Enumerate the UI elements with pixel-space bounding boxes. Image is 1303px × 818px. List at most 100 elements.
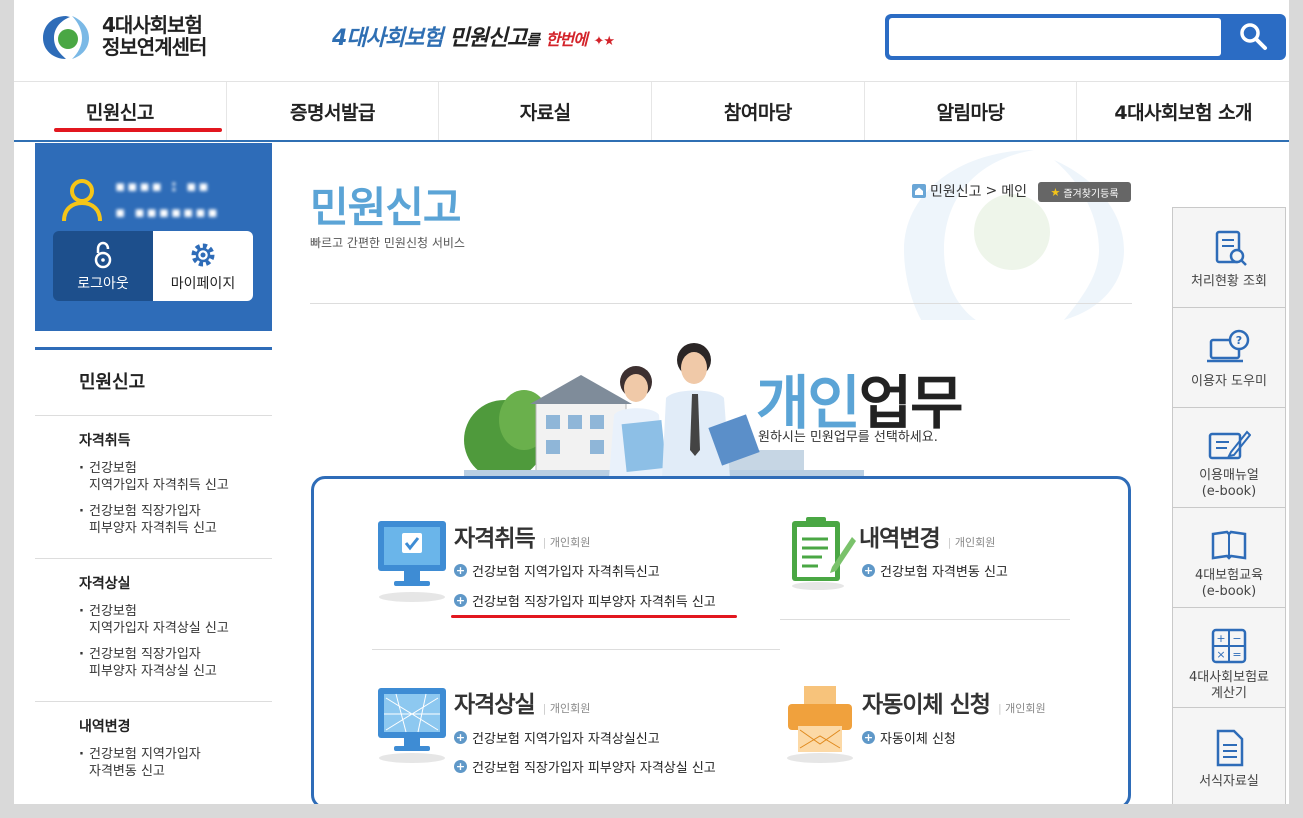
slogan-part3: 를 <box>526 31 540 49</box>
quick-item-label: 4대보험교육 (e-book) <box>1194 568 1264 599</box>
svg-text:−: − <box>1232 632 1241 645</box>
lnb-group-loss: 자격상실 건강보험 지역가입자 자격상실 신고 건강보험 직장가입자 피부양자 … <box>35 559 272 702</box>
nav-item-certificate[interactable]: 증명서발급 <box>227 82 440 140</box>
quick-item-calculator[interactable]: + − × = 4대사회보험료 계산기 <box>1172 607 1286 708</box>
task-title-text: 자격상실 <box>454 692 536 718</box>
quick-item-forms[interactable]: 서식자료실 <box>1172 707 1286 804</box>
lnb-group-title[interactable]: 자격상실 <box>79 573 272 593</box>
document-search-icon <box>1215 230 1247 266</box>
quick-item-help[interactable]: ? 이용자 도우미 <box>1172 307 1286 408</box>
header: 4대사회보험 정보연계센터 4대사회보험 민원신고를 한번에 ✦★ <box>14 0 1289 82</box>
quick-item-status[interactable]: 처리현황 조회 <box>1172 207 1286 308</box>
nav-item-notice[interactable]: 알림마당 <box>865 82 1078 140</box>
monitor-network-icon[interactable] <box>376 684 448 764</box>
page-subtitle: 빠르고 간편한 민원신청 서비스 <box>310 236 465 250</box>
task-separator <box>372 649 780 650</box>
task-title-loss[interactable]: 자격상실 개인회원 <box>454 685 590 719</box>
nav-item-about[interactable]: 4대사회보험 소개 <box>1077 82 1289 140</box>
main-nav: 민원신고 증명서발급 자료실 참여마당 알림마당 4대사회보험 소개 <box>14 82 1289 142</box>
task-title-acquire[interactable]: 자격취득 개인회원 <box>454 519 590 553</box>
svg-text:×: × <box>1216 648 1225 661</box>
task-link-autopay[interactable]: + 자동이체 신청 <box>862 728 956 747</box>
breadcrumb-item-civil-report[interactable]: 민원신고 <box>930 181 982 201</box>
lnb-group-acquire: 자격취득 건강보험 지역가입자 자격취득 신고 건강보험 직장가입자 피부양자 … <box>35 416 272 559</box>
quick-item-label: 4대사회보험료 계산기 <box>1188 670 1270 701</box>
quick-item-label: 이용매뉴얼 (e-book) <box>1199 468 1259 499</box>
nav-item-participation[interactable]: 참여마당 <box>652 82 865 140</box>
lnb-link[interactable]: 건강보험 직장가입자 피부양자 자격상실 신고 <box>79 646 272 680</box>
slogan-banner: 4대사회보험 민원신고를 한번에 ✦★ <box>332 20 615 52</box>
task-link-acquire-region[interactable]: + 건강보험 지역가입자 자격취득신고 <box>454 561 660 580</box>
lnb-link[interactable]: 건강보험 지역가입자 자격취득 신고 <box>79 460 272 494</box>
member-tag: 개인회원 <box>948 536 996 549</box>
slogan-part2: 민원신고 <box>449 26 527 51</box>
nav-item-library[interactable]: 자료실 <box>439 82 653 140</box>
breadcrumb: 민원신고 > 메인 <box>912 181 1027 201</box>
task-title-text: 내역변경 <box>859 526 941 552</box>
plus-icon: + <box>862 564 875 577</box>
task-link-label: 건강보험 지역가입자 자격취득신고 <box>472 565 660 580</box>
task-link-acquire-dependent[interactable]: + 건강보험 직장가입자 피부양자 자격취득 신고 <box>454 591 716 610</box>
member-tag: 개인회원 <box>998 702 1046 715</box>
task-link-label: 자동이체 신청 <box>880 732 956 747</box>
lock-icon <box>94 241 112 269</box>
login-panel: ▪▪▪▪ : ▪▪ ▪ ▪▪▪▪▪▪▪ 로그아웃 마이페이지 <box>35 143 272 331</box>
gear-icon <box>191 243 215 267</box>
quick-item-manual[interactable]: 이용매뉴얼 (e-book) <box>1172 407 1286 508</box>
search-box <box>885 14 1286 60</box>
left-side-menu: 민원신고 자격취득 건강보험 지역가입자 자격취득 신고 건강보험 직장가입자 … <box>35 347 272 801</box>
search-button[interactable] <box>1223 18 1282 56</box>
hero-subtitle: 원하시는 민원업무를 선택하세요. <box>758 430 938 445</box>
logout-button[interactable]: 로그아웃 <box>53 231 153 301</box>
task-link-label: 건강보험 지역가입자 자격상실신고 <box>472 732 660 747</box>
mypage-button[interactable]: 마이페이지 <box>153 231 253 301</box>
form-document-icon <box>1216 729 1244 767</box>
slogan-part4: 한번에 <box>545 30 588 49</box>
manual-pen-icon <box>1208 430 1251 460</box>
quick-item-label: 이용자 도우미 <box>1191 374 1267 389</box>
task-title-text: 자격취득 <box>454 526 536 552</box>
lnb-link[interactable]: 건강보험 지역가입자 자격변동 신고 <box>79 746 272 780</box>
task-link-label: 건강보험 자격변동 신고 <box>880 565 1008 580</box>
quick-item-label: 서식자료실 <box>1199 774 1259 789</box>
lnb-group-title[interactable]: 자격취득 <box>79 430 272 450</box>
task-title-autopay[interactable]: 자동이체 신청 개인회원 <box>862 685 1046 719</box>
home-icon[interactable] <box>912 184 926 198</box>
task-link-label: 건강보험 직장가입자 피부양자 자격취득 신고 <box>472 595 716 610</box>
task-title-text: 자동이체 신청 <box>862 692 991 718</box>
plus-icon: + <box>454 564 467 577</box>
background-emblem-icon <box>904 150 1124 320</box>
help-monitor-icon: ? <box>1207 329 1250 363</box>
task-link-change[interactable]: + 건강보험 자격변동 신고 <box>862 561 1008 580</box>
lnb-link[interactable]: 건강보험 직장가입자 피부양자 자격취득 신고 <box>79 503 272 537</box>
task-link-loss-dependent[interactable]: + 건강보험 직장가입자 피부양자 자격상실 신고 <box>454 757 716 776</box>
search-input[interactable] <box>889 18 1221 56</box>
task-link-loss-region[interactable]: + 건강보험 지역가입자 자격상실신고 <box>454 728 660 747</box>
svg-text:=: = <box>1232 648 1241 661</box>
favorite-add-button[interactable]: ★ 즐겨찾기등록 <box>1038 182 1131 202</box>
task-separator <box>780 619 1070 620</box>
user-name-masked: ▪▪▪▪ : ▪▪ ▪ ▪▪▪▪▪▪▪ <box>115 177 220 221</box>
task-panel: 자격취득개인회원 + 건강보험 지역가입자 자격취득신고 + 건강보험 직장가입… <box>311 476 1131 804</box>
logo-text[interactable]: 4대사회보험 정보연계센터 <box>102 14 207 58</box>
plus-icon: + <box>862 731 875 744</box>
member-tag: 개인회원 <box>543 702 591 715</box>
lnb-group-title[interactable]: 내역변경 <box>79 716 272 736</box>
logout-label: 로그아웃 <box>77 276 129 292</box>
svg-text:?: ? <box>1236 334 1242 347</box>
task-link-label: 건강보험 직장가입자 피부양자 자격상실 신고 <box>472 761 716 776</box>
quick-item-education[interactable]: 4대보험교육 (e-book) <box>1172 507 1286 608</box>
breadcrumb-item-main: 메인 <box>1001 184 1028 200</box>
printer-network-icon[interactable] <box>784 684 856 764</box>
highlight-underline <box>451 615 737 618</box>
svg-text:+: + <box>1216 632 1225 645</box>
breadcrumb-separator: > <box>985 183 998 199</box>
logo-emblem-icon[interactable] <box>40 12 92 62</box>
task-title-change[interactable]: 내역변경 개인회원 <box>859 519 995 553</box>
monitor-check-icon[interactable] <box>376 517 448 603</box>
member-tag: 개인회원 <box>543 536 591 549</box>
star-icon: ★ <box>1050 185 1061 199</box>
clipboard-pen-icon[interactable] <box>788 515 858 591</box>
lnb-link[interactable]: 건강보험 지역가입자 자격상실 신고 <box>79 603 272 637</box>
slogan-part1: 4대사회보험 <box>332 26 444 51</box>
